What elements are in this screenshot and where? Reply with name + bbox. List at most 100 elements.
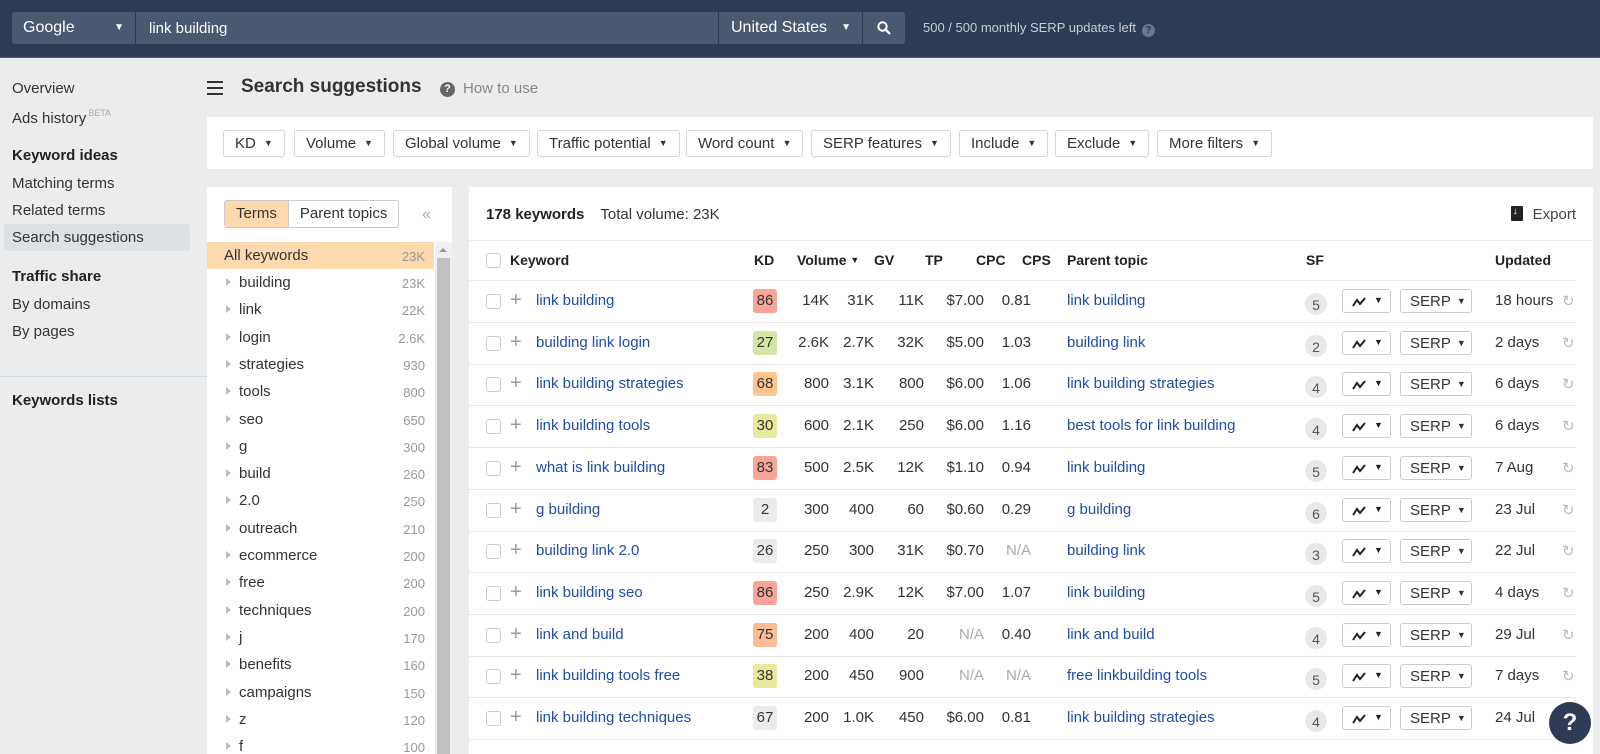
term-row[interactable]: j 170 [207, 624, 434, 651]
parent-topic-link[interactable]: link and build [1067, 626, 1155, 643]
expand-triangle-icon[interactable] [226, 278, 231, 286]
term-row[interactable]: link 22K [207, 296, 434, 323]
term-row[interactable]: z 120 [207, 706, 434, 733]
serp-dropdown[interactable]: SERP ▼ [1400, 664, 1472, 689]
refresh-icon[interactable]: ↻ [1562, 375, 1575, 393]
collapse-panel-icon[interactable]: « [422, 206, 431, 224]
add-to-list-icon[interactable]: + [510, 499, 522, 519]
sidebar-item-by-domains[interactable]: By domains [12, 296, 90, 313]
refresh-icon[interactable]: ↻ [1562, 542, 1575, 560]
serp-features-count[interactable]: 5 [1305, 668, 1327, 691]
country-select[interactable]: United States ▼ [719, 12, 862, 44]
serp-features-count[interactable]: 4 [1305, 626, 1327, 649]
col-header-cpc[interactable]: CPC [976, 252, 1006, 268]
parent-topic-link[interactable]: link building strategies [1067, 709, 1215, 726]
expand-triangle-icon[interactable] [226, 578, 231, 587]
keyword-link[interactable]: link and build [536, 626, 624, 643]
add-to-list-icon[interactable]: + [510, 373, 522, 393]
term-row[interactable]: strategies 930 [207, 351, 434, 378]
trend-dropdown[interactable]: ▼ [1342, 706, 1391, 730]
serp-features-count[interactable]: 6 [1305, 501, 1327, 524]
row-checkbox[interactable] [486, 711, 501, 726]
term-row[interactable]: ecommerce 200 [207, 542, 434, 569]
help-icon[interactable]: ? [1141, 24, 1155, 37]
refresh-icon[interactable]: ↻ [1562, 667, 1575, 685]
sidebar-item-overview[interactable]: Overview [12, 80, 75, 97]
refresh-icon[interactable]: ↻ [1562, 584, 1575, 602]
keyword-link[interactable]: link building tools [536, 417, 650, 434]
add-to-list-icon[interactable]: + [510, 332, 522, 352]
keyword-link[interactable]: link building techniques [536, 709, 691, 726]
col-header-updated[interactable]: Updated [1495, 252, 1551, 268]
serp-dropdown[interactable]: SERP ▼ [1400, 330, 1472, 355]
serp-dropdown[interactable]: SERP ▼ [1400, 455, 1472, 480]
serp-dropdown[interactable]: SERP ▼ [1400, 580, 1472, 605]
row-checkbox[interactable] [486, 294, 501, 309]
parent-topic-link[interactable]: link building [1067, 459, 1145, 476]
add-to-list-icon[interactable]: + [510, 415, 522, 435]
scrollbar-thumb[interactable] [437, 258, 450, 754]
expand-triangle-icon[interactable] [226, 687, 231, 696]
keyword-link[interactable]: link building strategies [536, 375, 684, 392]
row-checkbox[interactable] [486, 627, 501, 643]
serp-features-count[interactable]: 2 [1305, 334, 1327, 357]
keyword-input[interactable] [136, 12, 718, 44]
add-to-list-icon[interactable]: + [510, 624, 522, 644]
trend-dropdown[interactable]: ▼ [1342, 664, 1391, 689]
row-checkbox[interactable] [486, 460, 501, 476]
select-all-checkbox[interactable] [486, 253, 501, 268]
export-button[interactable]: Export [1510, 206, 1576, 223]
row-checkbox[interactable] [486, 585, 501, 601]
serp-features-count[interactable]: 5 [1305, 584, 1327, 607]
expand-triangle-icon[interactable] [226, 441, 231, 450]
row-checkbox[interactable] [486, 544, 501, 560]
serp-dropdown[interactable]: SERP ▼ [1400, 372, 1472, 397]
filter-volume[interactable]: Volume ▼ [294, 130, 385, 157]
expand-triangle-icon[interactable] [226, 742, 231, 751]
trend-dropdown[interactable]: ▼ [1342, 330, 1391, 355]
term-row[interactable]: g 300 [207, 433, 434, 460]
keyword-link[interactable]: link building tools free [536, 667, 680, 684]
row-checkbox[interactable] [486, 377, 501, 393]
trend-dropdown[interactable]: ▼ [1342, 289, 1391, 313]
serp-dropdown[interactable]: SERP ▼ [1400, 289, 1472, 313]
tab-parent-topics[interactable]: Parent topics [289, 201, 399, 227]
expand-triangle-icon[interactable] [226, 551, 231, 559]
term-row[interactable]: login 2.6K [207, 324, 434, 351]
add-to-list-icon[interactable]: + [510, 665, 522, 685]
term-row[interactable]: build 260 [207, 460, 434, 487]
parent-topic-link[interactable]: link building [1067, 584, 1145, 601]
col-header-gv[interactable]: GV [874, 252, 894, 268]
trend-dropdown[interactable]: ▼ [1342, 622, 1391, 647]
refresh-icon[interactable]: ↻ [1562, 501, 1575, 519]
serp-features-count[interactable]: 5 [1305, 293, 1327, 315]
sidebar-item-by-pages[interactable]: By pages [12, 323, 75, 340]
keyword-link[interactable]: building link 2.0 [536, 542, 639, 559]
col-header-parent-topic[interactable]: Parent topic [1067, 252, 1148, 268]
parent-topic-link[interactable]: g building [1067, 501, 1131, 518]
expand-triangle-icon[interactable] [226, 469, 231, 478]
parent-topic-link[interactable]: free linkbuilding tools [1067, 667, 1207, 684]
sidebar-item-search-suggestions[interactable]: Search suggestions [4, 224, 190, 251]
expand-triangle-icon[interactable] [226, 632, 231, 641]
add-to-list-icon[interactable]: + [510, 707, 522, 727]
expand-triangle-icon[interactable] [226, 605, 231, 614]
filter-include[interactable]: Include ▼ [959, 130, 1049, 157]
sidebar-item-related-terms[interactable]: Related terms [12, 202, 105, 219]
sidebar-item-ads-history[interactable]: Ads history BETA [12, 108, 111, 127]
trend-dropdown[interactable]: ▼ [1342, 539, 1391, 564]
expand-triangle-icon[interactable] [226, 359, 231, 368]
expand-triangle-icon[interactable] [226, 414, 231, 423]
parent-topic-link[interactable]: building link [1067, 542, 1145, 559]
term-row[interactable]: campaigns 150 [207, 679, 434, 706]
refresh-icon[interactable]: ↻ [1562, 334, 1575, 352]
sidebar-item-matching-terms[interactable]: Matching terms [12, 175, 115, 192]
filter-word-count[interactable]: Word count ▼ [686, 130, 804, 157]
serp-dropdown[interactable]: SERP ▼ [1400, 539, 1472, 564]
term-row[interactable]: f 100 [207, 733, 434, 754]
keyword-link[interactable]: building link login [536, 334, 650, 351]
filter-more-filters[interactable]: More filters ▼ [1157, 130, 1273, 157]
parent-topic-link[interactable]: link building [1067, 292, 1145, 309]
serp-dropdown[interactable]: SERP ▼ [1400, 414, 1472, 439]
col-header-cps[interactable]: CPS [1022, 252, 1051, 268]
